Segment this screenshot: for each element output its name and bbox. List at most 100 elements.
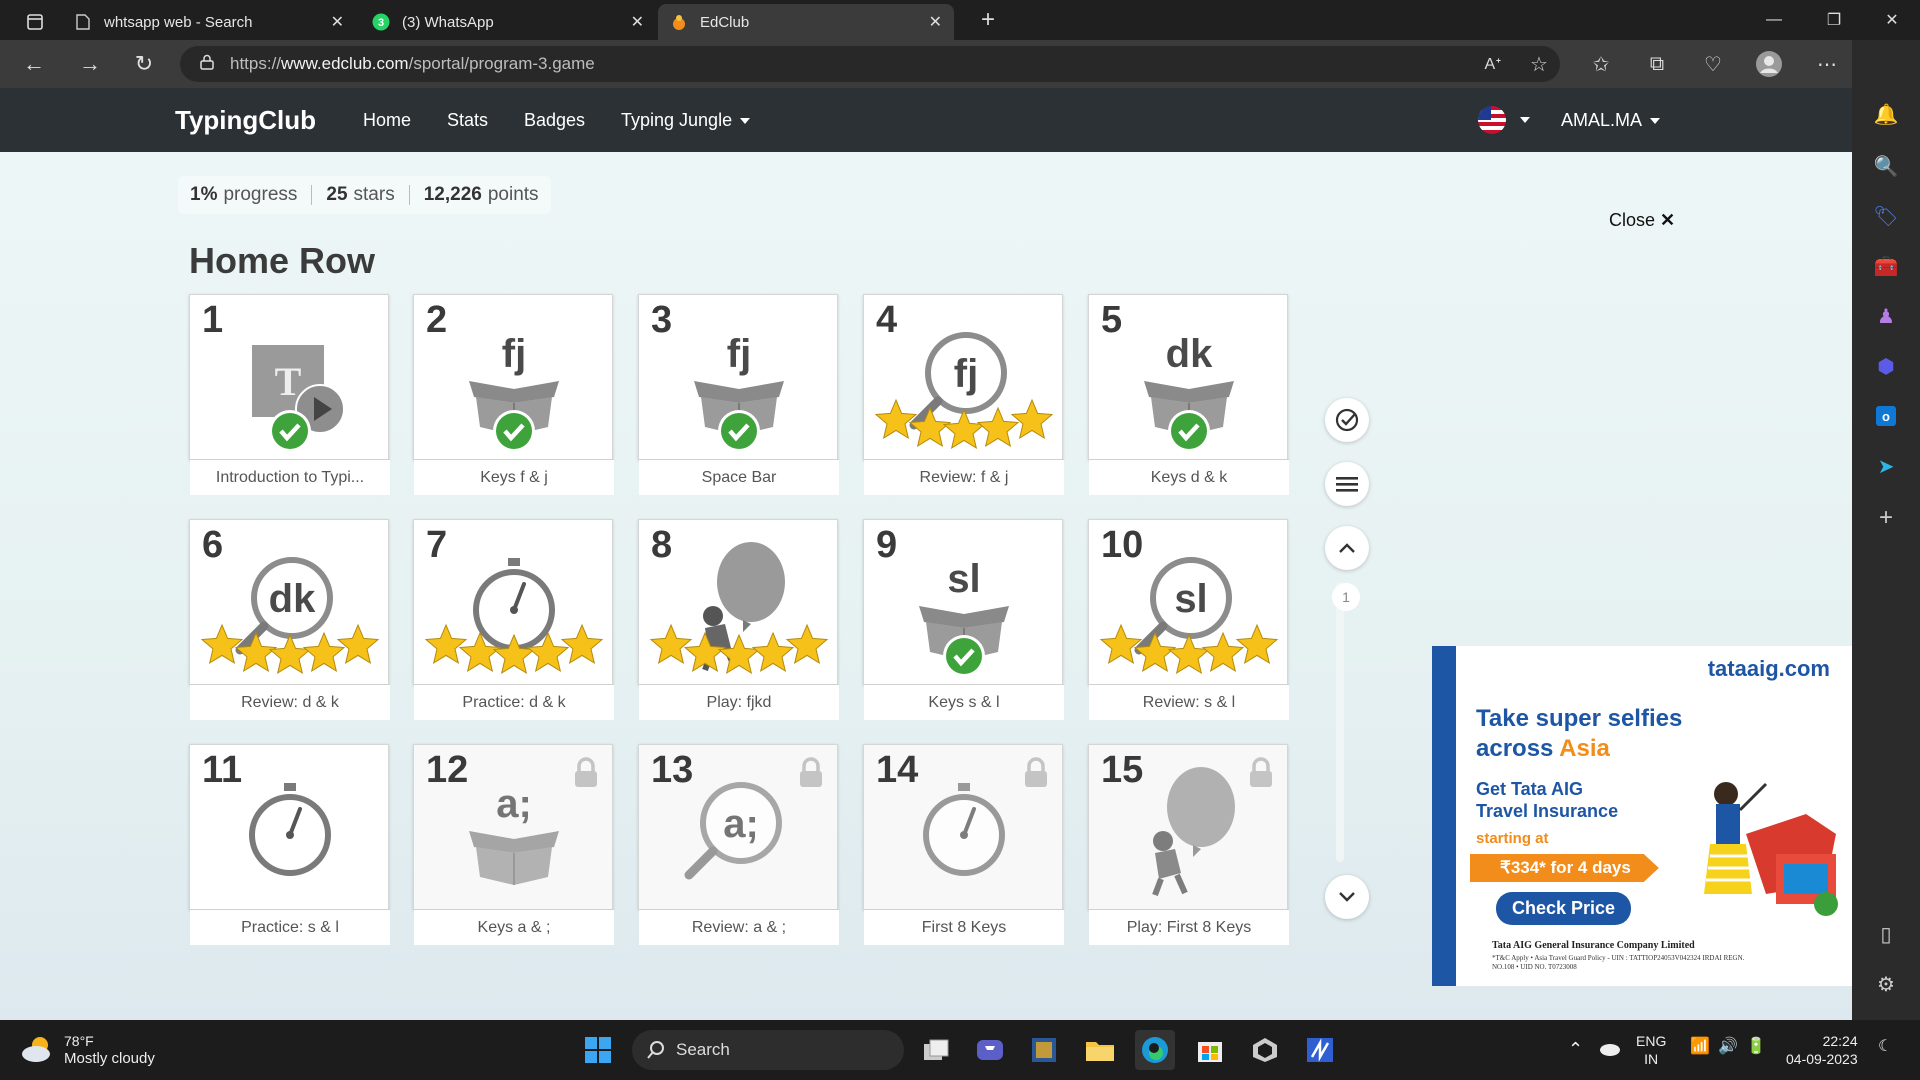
restore-icon[interactable]: ❐ <box>1806 0 1862 40</box>
lesson-card[interactable]: dk 5 Keys d & k <box>1088 294 1289 495</box>
user-name: AMAL.MA <box>1561 110 1643 130</box>
mark-complete-button[interactable] <box>1325 398 1369 442</box>
task-view-icon[interactable] <box>916 1030 956 1070</box>
lesson-card[interactable]: fj 4 Review: f & j <box>863 294 1064 495</box>
weather-icon[interactable] <box>20 1034 54 1069</box>
profile-icon[interactable] <box>1754 50 1784 78</box>
start-button[interactable] <box>578 1030 618 1070</box>
lesson-card[interactable]: fj 3 Space Bar <box>638 294 839 495</box>
browser-essentials-icon[interactable]: ♡ <box>1698 50 1728 78</box>
unity-hub-icon[interactable] <box>1245 1030 1285 1070</box>
progress-percent: 1% <box>190 184 218 205</box>
add-sidebar-app-icon[interactable]: + <box>1872 504 1900 532</box>
lesson-card[interactable]: sl 9 Keys s & l <box>863 519 1064 720</box>
close-tab-icon[interactable]: ✕ <box>929 12 942 32</box>
outlook-icon[interactable]: o <box>1872 402 1900 430</box>
tab-title: EdClub <box>700 13 750 31</box>
window-close-icon[interactable]: ✕ <box>1864 0 1920 40</box>
nav-typing-jungle[interactable]: Typing Jungle <box>621 110 751 131</box>
lesson-card[interactable]: 7 Practice: d & k <box>413 519 614 720</box>
language-chevron-down-icon[interactable] <box>1520 117 1530 123</box>
back-icon[interactable]: ← <box>16 48 52 80</box>
tab-edclub[interactable]: EdClub ✕ <box>658 4 954 40</box>
lesson-label: Keys s & l <box>864 684 1064 720</box>
lesson-card[interactable]: 14 First 8 Keys <box>863 744 1064 945</box>
close-tab-icon[interactable]: ✕ <box>331 12 344 32</box>
nav-stats[interactable]: Stats <box>447 110 488 131</box>
weather-temp: 78°F <box>64 1033 94 1049</box>
read-aloud-icon[interactable]: Aᐩ <box>1478 50 1508 78</box>
lang-code: ENG <box>1636 1033 1667 1049</box>
games-icon[interactable]: ♟ <box>1872 302 1900 330</box>
tools-icon[interactable]: 🧰 <box>1872 252 1900 280</box>
wifi-icon[interactable]: 📶 <box>1690 1038 1710 1056</box>
microsoft-365-icon[interactable]: ⬢ <box>1872 352 1900 380</box>
refresh-icon[interactable]: ↻ <box>126 48 162 80</box>
sidebar-settings-icon[interactable]: ⚙ <box>1872 970 1900 998</box>
lesson-number: 7 <box>426 524 448 566</box>
drop-icon[interactable]: ➤ <box>1872 452 1900 480</box>
lesson-card[interactable]: 8 Play: fjkd <box>638 519 839 720</box>
lesson-card[interactable]: fj 2 Keys f & j <box>413 294 614 495</box>
language-indicator[interactable]: ENG IN <box>1636 1032 1666 1068</box>
tab-actions-button[interactable] <box>14 4 60 40</box>
weather-widget[interactable]: 78°F Mostly cloudy <box>64 1032 155 1068</box>
ad-check-price-button[interactable]: Check Price <box>1496 892 1632 925</box>
page-scroll-track[interactable] <box>1336 582 1344 862</box>
brand-logo[interactable]: TypingClub <box>175 105 316 136</box>
collections-icon[interactable]: ⧉ <box>1642 50 1672 78</box>
vscode-like-app-icon[interactable] <box>1300 1030 1340 1070</box>
nav-home[interactable]: Home <box>363 110 411 131</box>
app-store-game-icon[interactable] <box>1024 1030 1064 1070</box>
volume-icon[interactable]: 🔊 <box>1718 1038 1738 1056</box>
favorite-add-icon[interactable]: ☆ <box>1524 50 1554 78</box>
notification-bell-icon[interactable]: 🔔 <box>1872 100 1900 128</box>
edge-browser-icon[interactable] <box>1135 1030 1175 1070</box>
lesson-number: 11 <box>202 749 243 791</box>
onedrive-cloud-icon[interactable] <box>1598 1040 1620 1061</box>
url-input[interactable]: https://www.edclub.com/sportal/program-3… <box>180 46 1560 82</box>
lesson-card[interactable]: a; 13 Review: a & ; <box>638 744 839 945</box>
file-explorer-icon[interactable] <box>1080 1030 1120 1070</box>
scroll-up-button[interactable] <box>1325 526 1369 570</box>
lesson-card[interactable]: sl 10 Review: s & l <box>1088 519 1289 720</box>
advertisement[interactable]: tataaig.com Take super selfies across As… <box>1432 646 1852 986</box>
lesson-card[interactable]: 15 Play: First 8 Keys <box>1088 744 1289 945</box>
taskbar-search[interactable]: Search <box>632 1030 904 1070</box>
check-circle-icon <box>1335 408 1359 432</box>
nav-badges[interactable]: Badges <box>524 110 585 131</box>
web-page: TypingClub Home Stats Badges Typing Jung… <box>0 88 1852 1020</box>
search-icon <box>647 1041 664 1059</box>
menu-button[interactable] <box>1325 462 1369 506</box>
edclub-icon <box>670 13 688 31</box>
tab-search[interactable]: whtsapp web - Search ✕ <box>62 4 356 40</box>
show-hidden-icons-icon[interactable]: ⌃ <box>1568 1040 1583 1058</box>
close-button[interactable]: Close ✕ <box>1609 210 1675 231</box>
lesson-card[interactable]: 11 Practice: s & l <box>189 744 390 945</box>
shopping-tag-icon[interactable]: 🏷 <box>1872 202 1900 230</box>
new-tab-icon[interactable]: + <box>960 0 1016 40</box>
battery-icon[interactable]: 🔋 <box>1746 1038 1766 1056</box>
edge-sidebar: 🔔 🔍 🏷 🧰 ♟ ⬢ o ➤ + ▯ ⚙ <box>1852 40 1920 1020</box>
notifications-icon[interactable]: ☾ <box>1878 1038 1892 1056</box>
minimize-icon[interactable]: — <box>1746 0 1802 40</box>
lesson-card[interactable]: dk 6 Review: d & k <box>189 519 390 720</box>
microsoft-store-icon[interactable] <box>1190 1030 1230 1070</box>
clock[interactable]: 22:24 04-09-2023 <box>1786 1032 1858 1068</box>
us-flag-icon[interactable] <box>1478 106 1506 134</box>
lesson-number: 15 <box>1101 749 1144 791</box>
more-options-icon[interactable]: ⋯ <box>1812 50 1842 78</box>
teams-chat-icon[interactable] <box>970 1030 1010 1070</box>
search-icon[interactable]: 🔍 <box>1872 152 1900 180</box>
scroll-down-button[interactable] <box>1325 875 1369 919</box>
favorites-icon[interactable]: ✩ <box>1586 50 1616 78</box>
close-tab-icon[interactable]: ✕ <box>631 12 644 32</box>
lesson-label: Keys a & ; <box>414 909 614 945</box>
lesson-card[interactable]: T 1 Introduction to Typi... <box>189 294 390 495</box>
lesson-card[interactable]: a; 12 Keys a & ; <box>413 744 614 945</box>
hide-sidebar-icon[interactable]: ▯ <box>1872 920 1900 948</box>
check-badge-icon <box>718 410 760 452</box>
tab-whatsapp[interactable]: 3 (3) WhatsApp ✕ <box>360 4 656 40</box>
forward-icon[interactable]: → <box>72 48 108 80</box>
user-menu[interactable]: AMAL.MA <box>1561 110 1661 131</box>
